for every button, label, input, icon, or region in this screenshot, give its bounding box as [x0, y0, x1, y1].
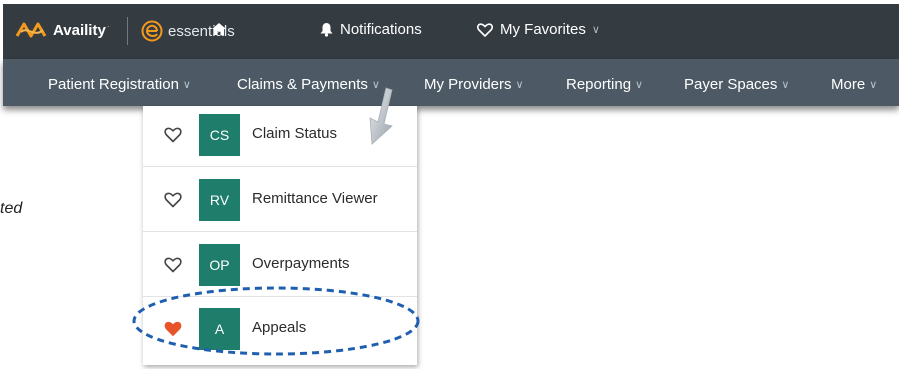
availity-logo-icon: [15, 22, 47, 38]
my-favorites-label: My Favorites: [500, 21, 586, 38]
menu-item-remittance-viewer[interactable]: RV Remittance Viewer: [143, 176, 417, 224]
nav-item-label: My Providers: [424, 76, 512, 93]
chevron-down-icon: ∨: [515, 79, 524, 91]
menu-item-label: Overpayments: [252, 255, 350, 272]
top-divider: [127, 17, 128, 45]
nav-my-providers[interactable]: My Providers ∨: [424, 76, 524, 93]
trademark-mark: ·: [106, 21, 110, 31]
menu-item-overpayments[interactable]: OP Overpayments: [143, 241, 417, 289]
heart-outline-icon[interactable]: [164, 192, 182, 213]
app-badge: RV: [199, 179, 240, 221]
chevron-down-icon: ∨: [635, 79, 644, 91]
app-badge: CS: [199, 114, 240, 156]
heart-outline-icon[interactable]: [164, 127, 182, 148]
menu-item-label: Remittance Viewer: [252, 190, 378, 207]
nav-claims-payments[interactable]: Claims & Payments ∨: [237, 76, 380, 93]
availity-logo[interactable]: Availity ·: [15, 19, 109, 41]
highlight-oval: [132, 286, 420, 356]
brand-name: Availity: [53, 21, 106, 39]
essentials-e-icon: [141, 20, 163, 42]
app-badge: OP: [199, 244, 240, 286]
nav-more[interactable]: More ∨: [831, 76, 877, 93]
notifications-button[interactable]: Notifications: [320, 21, 422, 38]
bell-icon: [320, 23, 333, 37]
notifications-label: Notifications: [340, 21, 422, 38]
top-bar: Availity · essentials Notifications My F…: [3, 4, 899, 59]
my-favorites-button[interactable]: My Favorites ∨: [477, 21, 600, 38]
menu-divider: [143, 231, 417, 232]
heart-outline-icon: [477, 22, 493, 37]
heart-outline-icon[interactable]: [164, 257, 182, 278]
side-note-text: ted: [0, 200, 23, 217]
nav-item-label: Reporting: [566, 76, 632, 93]
chevron-down-icon: ∨: [781, 79, 790, 91]
nav-item-label: Payer Spaces: [684, 76, 778, 93]
nav-item-label: Claims & Payments: [237, 76, 368, 93]
menu-divider: [143, 166, 417, 167]
pointer-arrow-icon: [369, 87, 393, 145]
nav-patient-registration[interactable]: Patient Registration ∨: [48, 76, 191, 93]
nav-payer-spaces[interactable]: Payer Spaces ∨: [684, 76, 789, 93]
home-icon[interactable]: [211, 22, 227, 41]
chevron-down-icon: ∨: [869, 79, 878, 91]
chevron-down-icon: ∨: [182, 79, 191, 91]
nav-reporting[interactable]: Reporting ∨: [566, 76, 643, 93]
nav-item-label: More: [831, 76, 866, 93]
menu-item-label: Claim Status: [252, 125, 338, 142]
nav-item-label: Patient Registration: [48, 76, 179, 93]
chevron-down-icon: ∨: [591, 24, 600, 36]
